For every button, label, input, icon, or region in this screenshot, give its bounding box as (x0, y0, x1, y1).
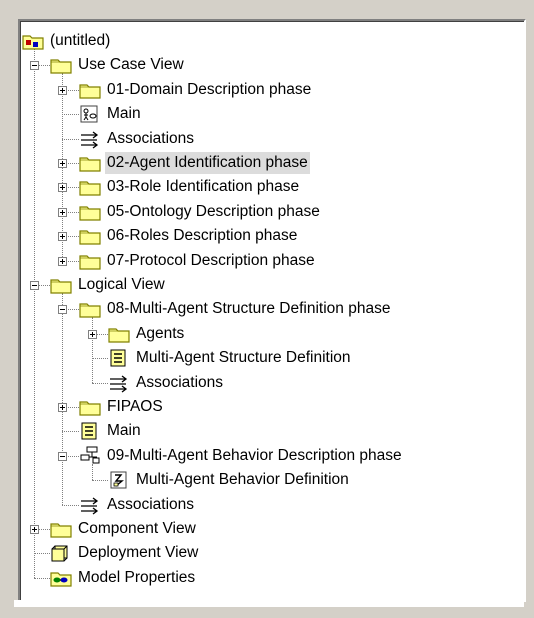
associations-icon (108, 373, 130, 393)
tree-node-root[interactable]: (untitled) (20, 30, 520, 54)
tree-node-mas-definition[interactable]: Multi-Agent Structure Definition (20, 347, 520, 371)
folder-icon (79, 299, 101, 319)
collapse-toggle-icon[interactable] (58, 305, 67, 315)
tree-node-lv-main[interactable]: Main (20, 420, 520, 444)
tree-node-label[interactable]: Associations (105, 494, 196, 516)
tree-node-label[interactable]: Associations (105, 128, 196, 150)
tree-node-label[interactable]: Model Properties (76, 567, 197, 589)
tree-node-mas-definition-phase[interactable]: 08-Multi-Agent Structure Definition phas… (20, 298, 520, 322)
model-properties-icon (50, 568, 72, 588)
folder-icon (50, 275, 72, 295)
tree-guide-horizontal (34, 577, 50, 579)
expand-toggle-icon[interactable] (88, 329, 97, 339)
folder-icon (50, 55, 72, 75)
folder-icon (79, 397, 101, 417)
tree-node-label[interactable]: 01-Domain Description phase (105, 79, 313, 101)
tree-node-label[interactable]: Agents (134, 323, 186, 345)
associations-icon (79, 495, 101, 515)
tree-node-mab-definition[interactable]: Multi-Agent Behavior Definition (20, 469, 520, 493)
expand-toggle-icon[interactable] (58, 183, 67, 193)
tree-node-label[interactable]: 07-Protocol Description phase (105, 250, 317, 272)
folder-icon (50, 519, 72, 539)
activity-diagram-icon (108, 470, 130, 490)
expand-toggle-icon[interactable] (58, 256, 67, 266)
tree-node-deployment-view[interactable]: Deployment View (20, 542, 520, 566)
model-tree[interactable]: (untitled) Use Case View 01-Domain Descrip… (20, 21, 524, 600)
folder-icon (79, 251, 101, 271)
tree-node-label[interactable]: Main (105, 420, 143, 442)
collapse-toggle-icon[interactable] (30, 61, 39, 71)
model-browser-panel: (untitled) Use Case View 01-Domain Descrip… (18, 19, 526, 602)
tree-node-label[interactable]: Logical View (76, 274, 167, 296)
tree-node-logical-view[interactable]: Logical View (20, 274, 520, 298)
tree-guide-horizontal (34, 553, 50, 555)
tree-node-label[interactable]: 09-Multi-Agent Behavior Description phas… (105, 445, 404, 467)
tree-node-label[interactable]: 08-Multi-Agent Structure Definition phas… (105, 298, 392, 320)
folder-icon (79, 80, 101, 100)
package-icon (79, 446, 101, 466)
tree-node-label[interactable]: Multi-Agent Structure Definition (134, 347, 353, 369)
tree-node-label[interactable]: 06-Roles Description phase (105, 225, 299, 247)
panel-footer-strip (14, 600, 524, 607)
collapse-toggle-icon[interactable] (58, 451, 67, 461)
tree-node-lv-associations[interactable]: Associations (20, 494, 520, 518)
tree-node-uc-main[interactable]: Main (20, 103, 520, 127)
tree-node-model-properties[interactable]: Model Properties (20, 567, 520, 591)
deployment-icon (50, 543, 72, 563)
tree-node-mas-associations[interactable]: Associations (20, 372, 520, 396)
tree-node-role-identification[interactable]: 03-Role Identification phase (20, 176, 520, 200)
expand-toggle-icon[interactable] (58, 403, 67, 412)
tree-node-protocol-description[interactable]: 07-Protocol Description phase (20, 250, 520, 274)
collapse-toggle-icon[interactable] (30, 281, 39, 290)
tree-guide-horizontal (62, 138, 79, 140)
expand-toggle-icon[interactable] (58, 85, 67, 95)
tree-node-component-view[interactable]: Component View (20, 518, 520, 542)
expand-toggle-icon[interactable] (58, 232, 67, 242)
folder-icon (79, 177, 101, 197)
tree-node-fipaos[interactable]: FIPAOS (20, 396, 520, 420)
tree-node-label[interactable]: FIPAOS (105, 396, 165, 418)
folder-icon (79, 202, 101, 222)
tree-node-use-case-view[interactable]: Use Case View (20, 54, 520, 78)
folder-icon (79, 226, 101, 246)
tree-node-agent-identification[interactable]: 02-Agent Identification phase (20, 152, 520, 176)
tree-guide-horizontal (92, 480, 108, 482)
tree-node-label[interactable]: 02-Agent Identification phase (105, 152, 310, 174)
tree-node-label[interactable]: 03-Role Identification phase (105, 176, 301, 198)
tree-node-label[interactable]: 05-Ontology Description phase (105, 201, 322, 223)
tree-node-label[interactable]: Main (105, 103, 143, 125)
folder-icon (108, 324, 130, 344)
expand-toggle-icon[interactable] (30, 525, 39, 534)
tree-node-label[interactable]: (untitled) (48, 30, 112, 52)
tree-node-ontology-description[interactable]: 05-Ontology Description phase (20, 201, 520, 225)
class-diagram-icon (108, 348, 130, 368)
tree-node-roles-description[interactable]: 06-Roles Description phase (20, 225, 520, 249)
use-case-diagram-icon (79, 104, 101, 124)
tree-guide-horizontal (92, 358, 108, 360)
tree-guide-horizontal (62, 114, 79, 116)
associations-icon (79, 129, 101, 149)
tree-guide-horizontal (92, 382, 108, 384)
tree-node-uc-associations[interactable]: Associations (20, 128, 520, 152)
tree-node-agents[interactable]: Agents (20, 323, 520, 347)
tree-node-label[interactable]: Multi-Agent Behavior Definition (134, 469, 351, 491)
tree-node-domain-description[interactable]: 01-Domain Description phase (20, 79, 520, 103)
tree-guide-horizontal (62, 431, 79, 433)
folder-icon (79, 153, 101, 173)
tree-node-label[interactable]: Component View (76, 518, 198, 540)
model-root-icon (22, 31, 44, 51)
tree-node-label[interactable]: Associations (134, 372, 225, 394)
tree-guide-horizontal (62, 504, 79, 506)
expand-toggle-icon[interactable] (58, 159, 67, 168)
tree-node-label[interactable]: Use Case View (76, 54, 186, 76)
expand-toggle-icon[interactable] (58, 207, 67, 217)
tree-node-mab-description-phase[interactable]: 09-Multi-Agent Behavior Description phas… (20, 445, 520, 469)
class-diagram-icon (79, 421, 101, 441)
tree-node-label[interactable]: Deployment View (76, 542, 200, 564)
